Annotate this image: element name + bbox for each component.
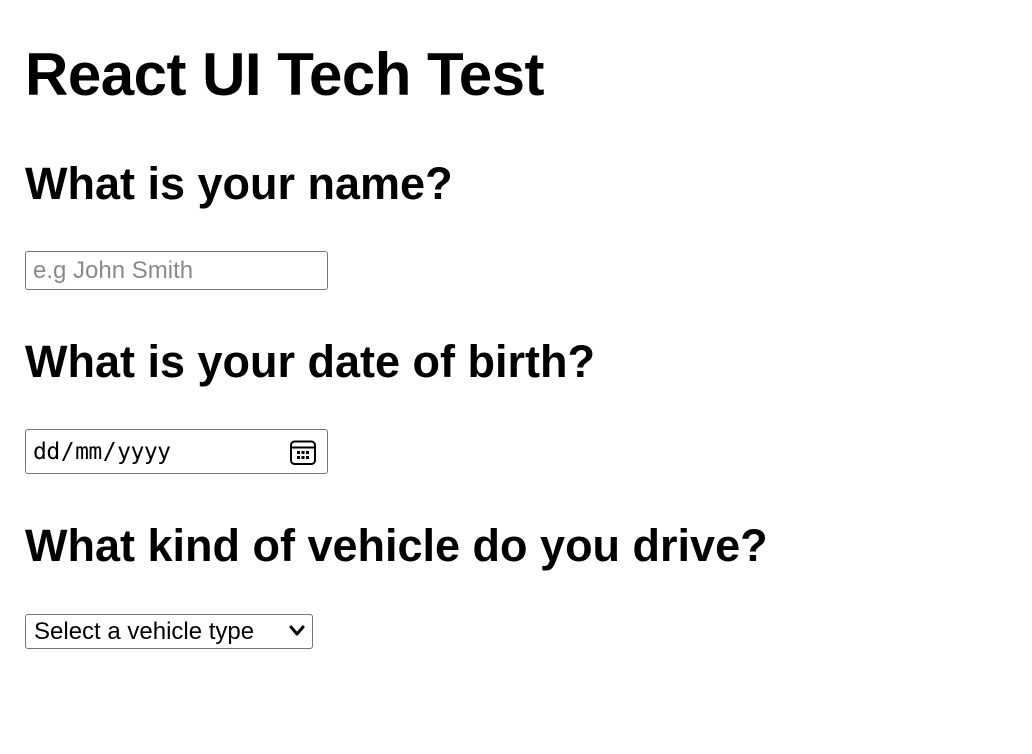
day-segment[interactable]: dd <box>33 439 60 465</box>
vehicle-type-select[interactable]: Select a vehicle type <box>25 614 313 649</box>
vehicle-select-value: Select a vehicle type <box>34 618 255 645</box>
name-input[interactable] <box>25 251 328 290</box>
name-question-label: What is your name? <box>25 158 453 209</box>
date-separator: / <box>60 439 75 465</box>
year-segment[interactable]: yyyy <box>117 439 171 465</box>
date-of-birth-input[interactable]: dd/mm/yyyy <box>25 429 328 474</box>
month-segment[interactable]: mm <box>75 439 102 465</box>
date-separator: / <box>102 439 117 465</box>
calendar-icon[interactable] <box>289 438 317 466</box>
page-title: React UI Tech Test <box>25 41 544 108</box>
dob-question-label: What is your date of birth? <box>25 336 595 387</box>
vehicle-question-label: What kind of vehicle do you drive? <box>25 520 768 571</box>
date-text: dd/mm/yyyy <box>33 437 171 467</box>
chevron-down-icon <box>289 625 305 636</box>
